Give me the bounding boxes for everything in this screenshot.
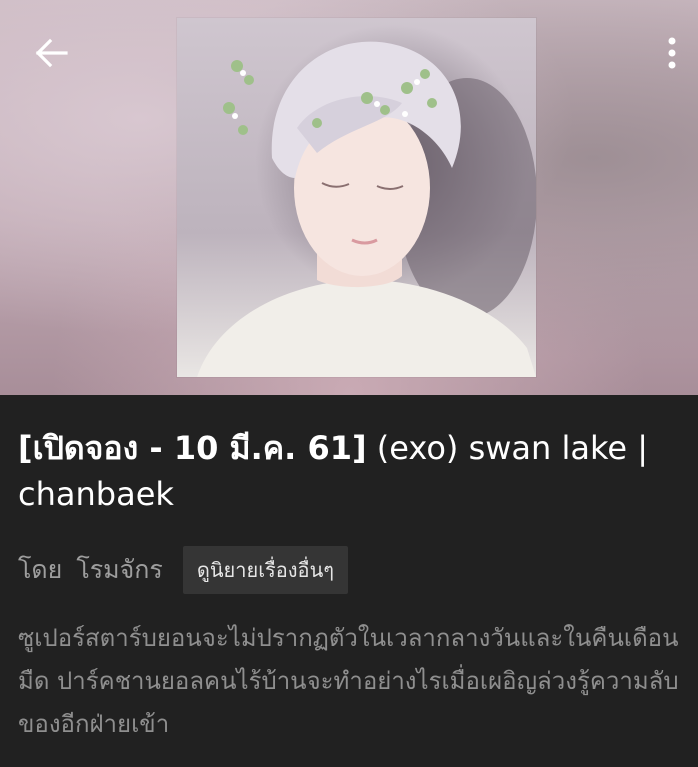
story-synopsis: ซูเปอร์สตาร์บยอนจะไม่ปรากฏตัวในเวลากลางว… xyxy=(18,624,679,738)
cover-header xyxy=(0,0,698,395)
author-row: โดย โรมจักร ดูนิยายเรื่องอื่นๆ xyxy=(18,546,348,594)
book-cover-image xyxy=(177,18,536,377)
author-name-link[interactable]: โรมจักร xyxy=(76,550,163,590)
more-stories-button[interactable]: ดูนิยายเรื่องอื่นๆ xyxy=(182,546,348,594)
back-button[interactable] xyxy=(26,30,76,76)
more-options-button[interactable] xyxy=(652,30,692,76)
story-title: [เปิดจอง - 10 มี.ค. 61] (exo) swan lake … xyxy=(18,425,683,517)
more-vert-icon xyxy=(668,37,676,69)
arrow-left-icon xyxy=(35,38,68,68)
title-tag: [เปิดจอง - 10 มี.ค. 61] xyxy=(18,429,367,467)
author-prefix: โดย xyxy=(18,555,63,584)
